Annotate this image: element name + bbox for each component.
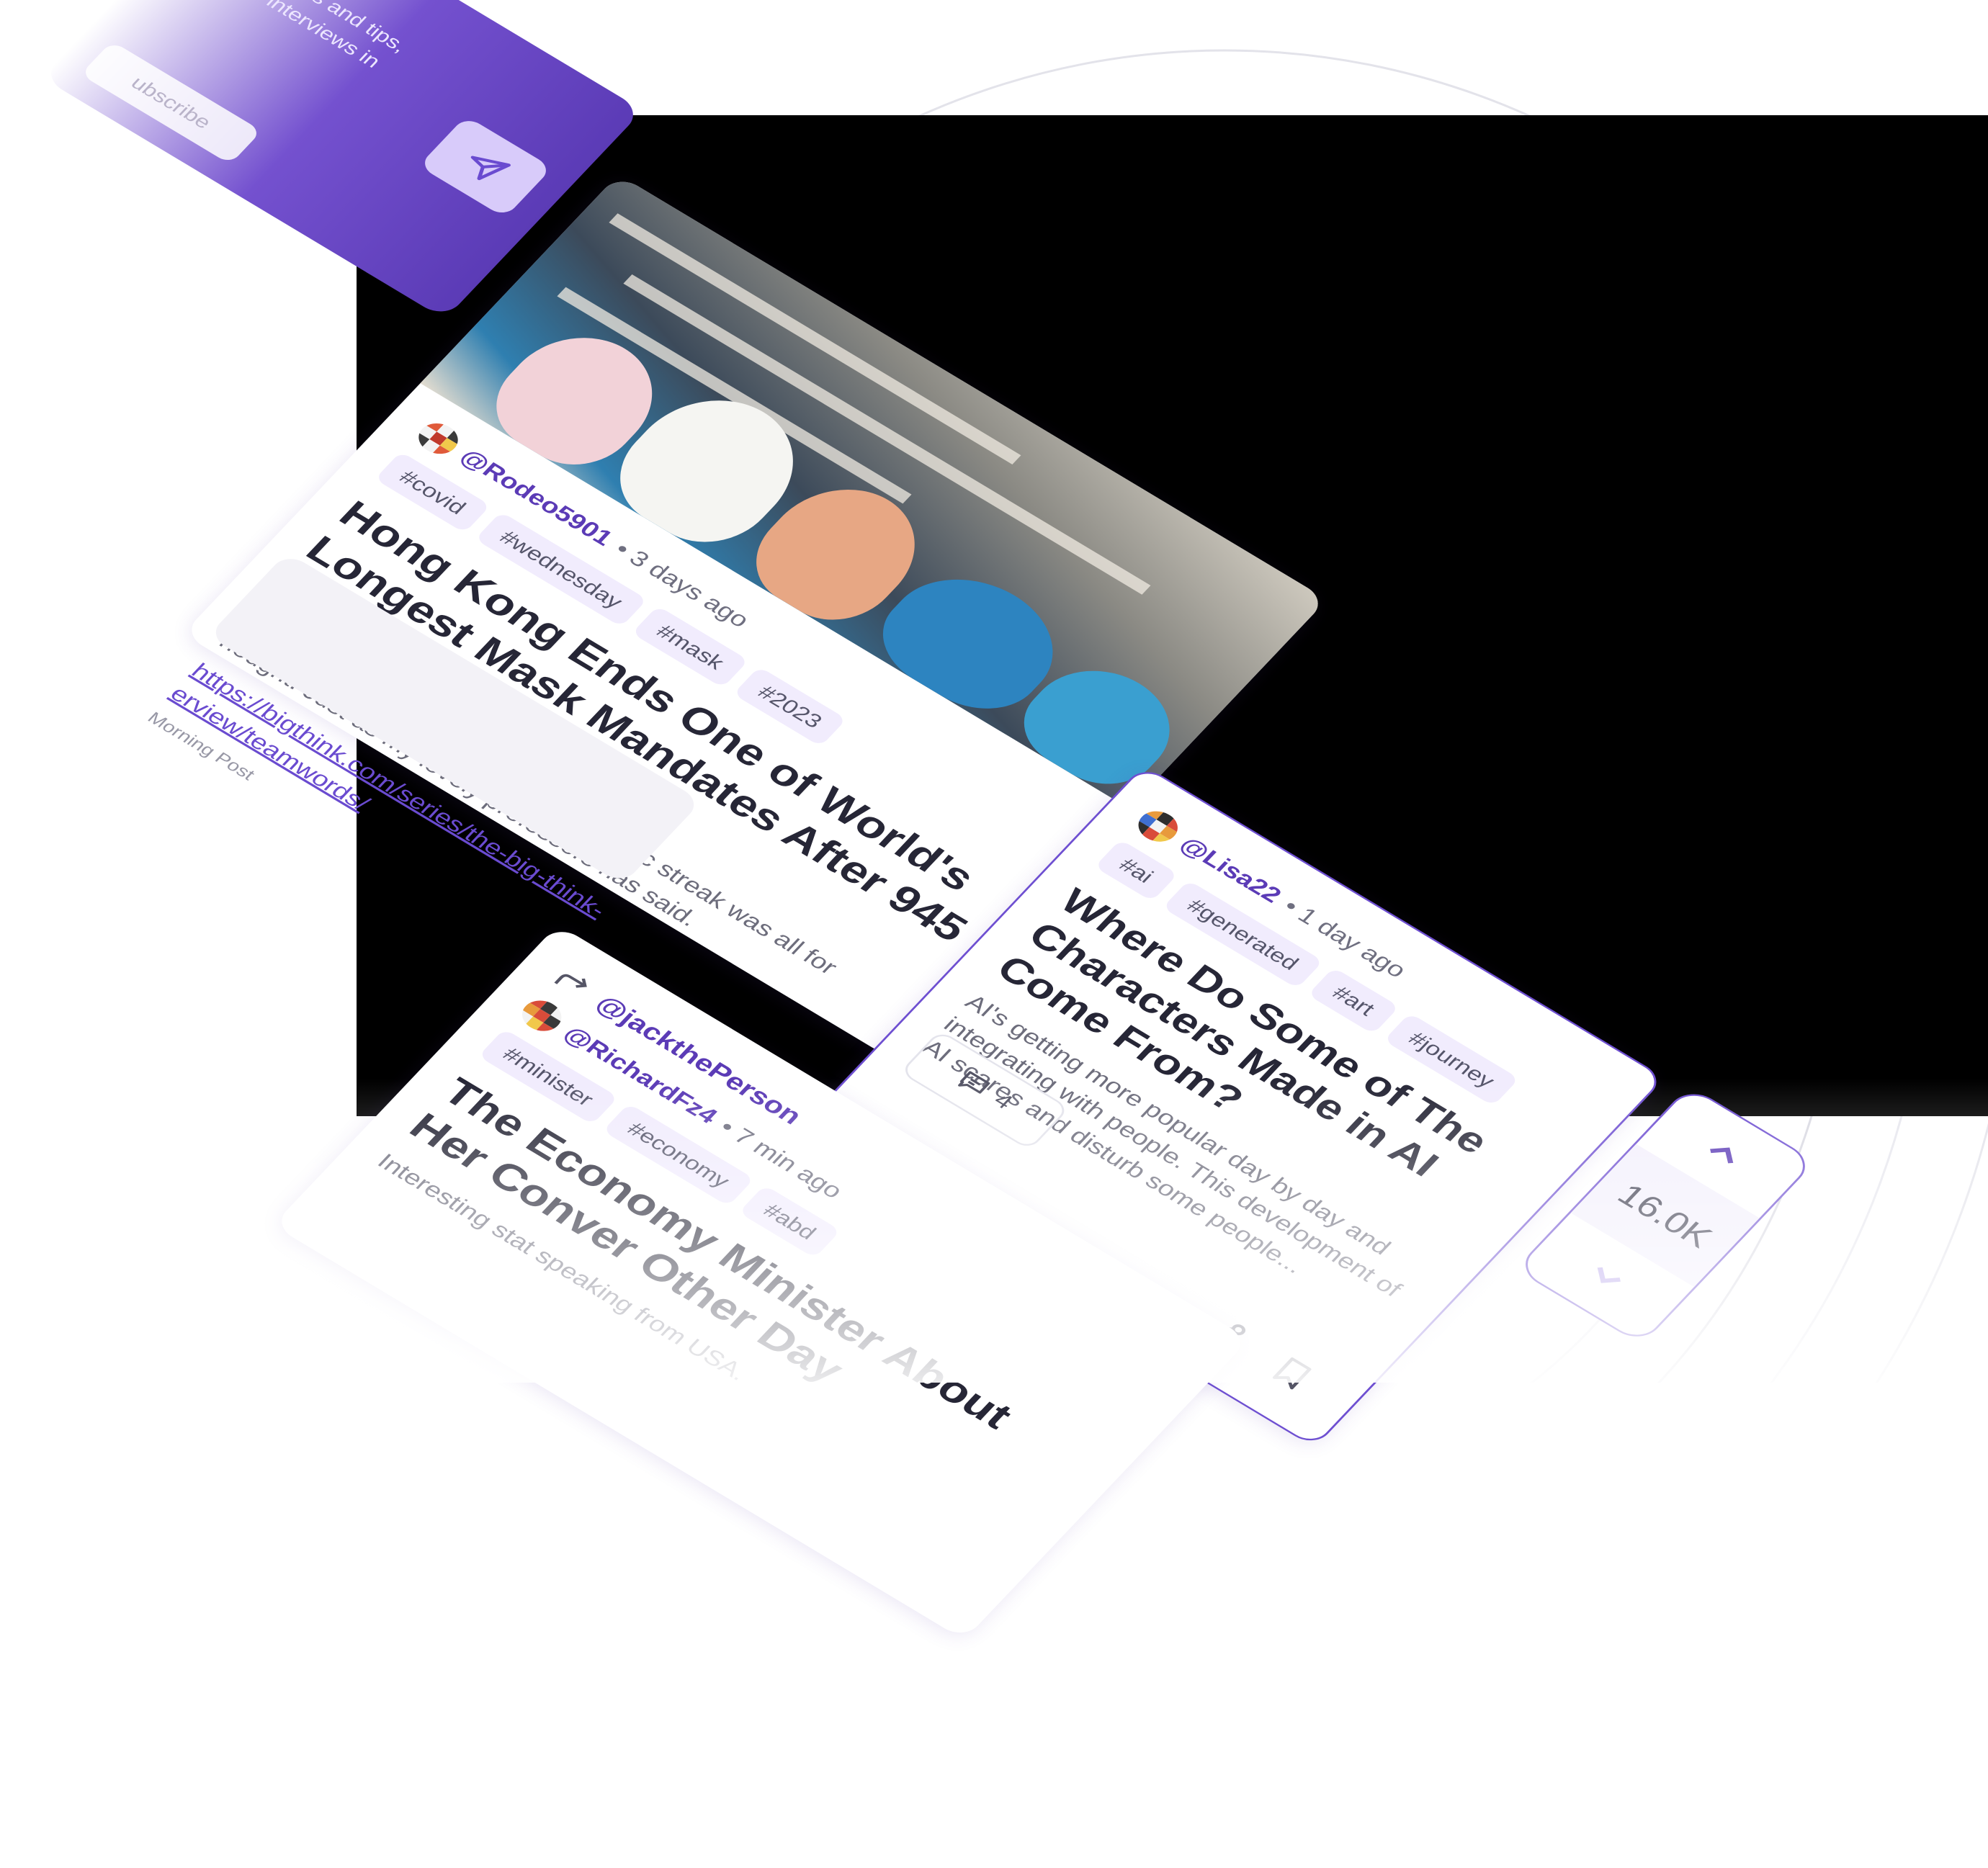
comment-count: 4 (989, 1088, 1018, 1114)
chevron-up-icon[interactable] (1694, 1131, 1752, 1177)
send-icon (470, 156, 511, 181)
comment-icon (958, 1071, 990, 1094)
avatar[interactable] (1130, 804, 1186, 848)
repost-icon (554, 974, 587, 988)
avatar[interactable] (411, 417, 466, 460)
avatar[interactable] (514, 994, 569, 1038)
chevron-down-icon[interactable] (1578, 1254, 1636, 1300)
